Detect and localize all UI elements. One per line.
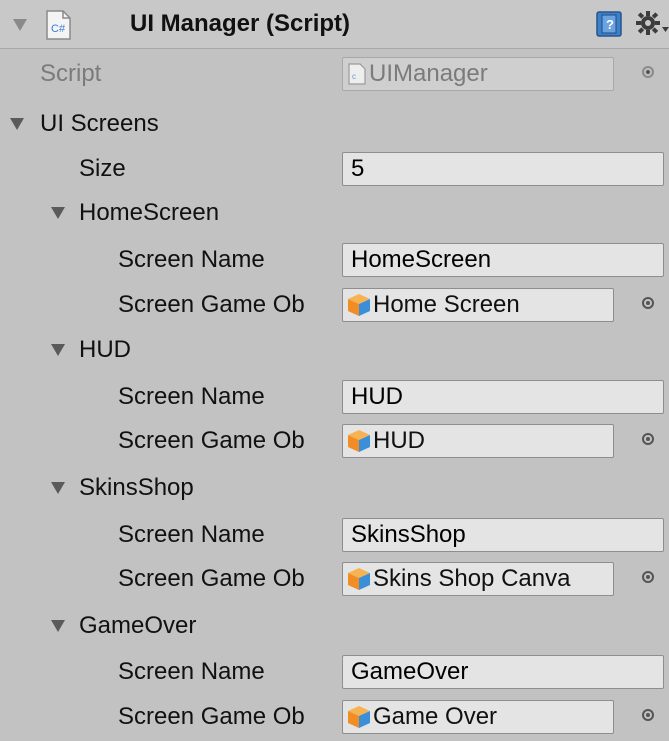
game-object-value: HUD [373,427,425,454]
screen-name-field[interactable] [342,243,664,277]
screen-name-label: Screen Name [118,658,265,685]
script-row: Script c UIManager [0,51,669,97]
script-label: Script [40,60,102,87]
foldout-triangle-icon[interactable] [51,344,65,356]
screen-name-field[interactable] [342,655,664,689]
foldout-triangle-icon[interactable] [51,620,65,632]
script-file-icon: c [348,63,366,85]
ui-screens-label: UI Screens [40,110,159,137]
object-picker-icon[interactable] [642,297,654,309]
gear-icon[interactable] [636,10,669,38]
component-title: UI Manager (Script) [130,10,351,37]
component-header: C# UI Manager (Script) ? [0,0,669,49]
object-picker-icon[interactable] [642,433,654,445]
element-foldout[interactable]: SkinsShop [0,465,669,511]
game-object-field[interactable]: Game Over [342,700,614,734]
csharp-script-icon: C# [46,10,71,40]
game-object-row: Screen Game Ob Game Over [0,694,669,740]
element-header: GameOver [79,612,197,639]
gameobject-cube-icon [348,294,370,316]
size-label: Size [79,155,126,182]
game-object-label: Screen Game Ob [118,565,305,592]
screen-name-field[interactable] [342,518,664,552]
foldout-triangle-icon[interactable] [10,118,24,130]
gameobject-cube-icon [348,568,370,590]
game-object-value: Game Over [373,703,498,730]
element-foldout[interactable]: GameOver [0,603,669,649]
svg-text:?: ? [606,17,614,32]
screen-name-row: Screen Name [0,649,669,695]
size-row: Size [0,146,669,192]
foldout-triangle-icon[interactable] [51,207,65,219]
screen-name-row: Screen Name [0,237,669,283]
script-value: UIManager [369,60,488,87]
game-object-label: Screen Game Ob [118,291,305,318]
gameobject-cube-icon [348,430,370,452]
script-field: c UIManager [342,57,614,91]
gameobject-cube-icon [348,706,370,728]
game-object-field[interactable]: HUD [342,424,614,458]
foldout-triangle-icon[interactable] [51,482,65,494]
object-picker-icon[interactable] [642,571,654,583]
screen-name-row: Screen Name [0,512,669,558]
game-object-row: Screen Game Ob Skins Shop Canva [0,556,669,602]
game-object-value: Home Screen [373,291,520,318]
screen-name-row: Screen Name [0,374,669,420]
help-book-icon[interactable]: ? [596,11,622,37]
game-object-field[interactable]: Home Screen [342,288,614,322]
element-foldout[interactable]: HUD [0,327,669,373]
component-foldout-icon[interactable] [13,19,27,31]
game-object-label: Screen Game Ob [118,703,305,730]
screen-name-label: Screen Name [118,383,265,410]
game-object-label: Screen Game Ob [118,427,305,454]
game-object-value: Skins Shop Canva [373,565,571,592]
element-header: SkinsShop [79,474,194,501]
object-picker-icon[interactable] [642,709,654,721]
element-header: HomeScreen [79,199,220,226]
game-object-field[interactable]: Skins Shop Canva [342,562,614,596]
screen-name-label: Screen Name [118,246,265,273]
element-header: HUD [79,336,131,363]
game-object-row: Screen Game Ob HUD [0,418,669,464]
ui-screens-foldout[interactable]: UI Screens [0,101,669,147]
csharp-icon-text: C# [51,23,66,35]
script-picker-icon [642,66,654,78]
game-object-row: Screen Game Ob Home Screen [0,282,669,328]
size-field[interactable] [342,152,664,186]
screen-name-label: Screen Name [118,521,265,548]
element-foldout[interactable]: HomeScreen [0,190,669,236]
svg-text:c: c [352,72,356,81]
screen-name-field[interactable] [342,380,664,414]
